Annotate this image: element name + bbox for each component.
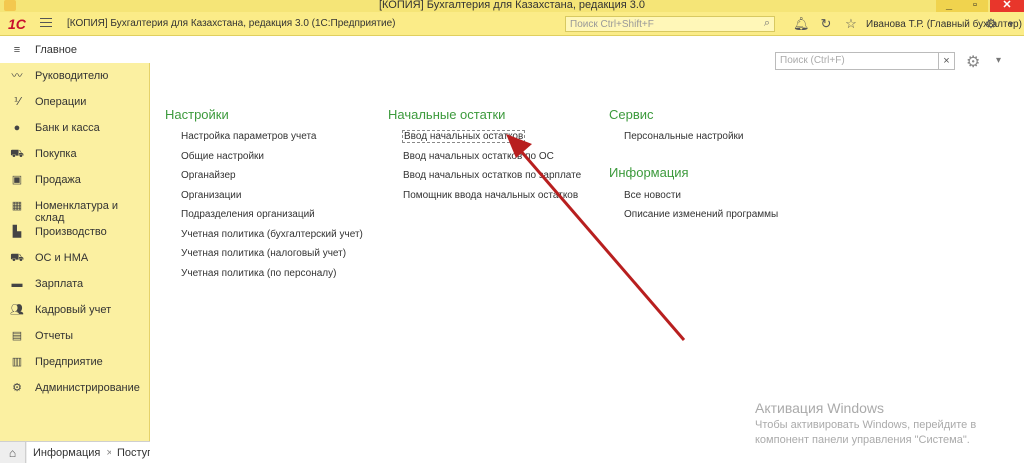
tab-information[interactable]: Информация × xyxy=(27,442,120,463)
more-options-icon[interactable]: ▾ xyxy=(1003,16,1019,32)
chevron-down-icon[interactable]: ▾ xyxy=(996,55,1001,66)
open-tabs-bar: ⌂ Информация × Поступ xyxy=(0,441,150,463)
link-subdivisions[interactable]: Подразделения организаций xyxy=(181,209,315,220)
window-title-bar: [КОПИЯ] Бухгалтерия для Казахстана, реда… xyxy=(0,0,1024,12)
panel-settings-icon[interactable]: ⚙ xyxy=(966,52,980,72)
link-organizations[interactable]: Организации xyxy=(181,190,241,201)
sidebar-item-label: Банк и касса xyxy=(35,122,100,134)
link-policy-tax[interactable]: Учетная политика (налоговый учет) xyxy=(181,248,346,259)
sidebar-item-reports[interactable]: ▤ Отчеты xyxy=(0,323,150,349)
1c-logo: 1С xyxy=(8,16,26,32)
link-all-news[interactable]: Все новости xyxy=(624,190,681,201)
settings-icon[interactable]: ⚙ xyxy=(983,16,999,32)
link-policy-personnel[interactable]: Учетная политика (по персоналу) xyxy=(181,268,336,279)
bag-icon: ▣ xyxy=(11,174,23,186)
sidebar-item-admin[interactable]: ⚙ Администрирование xyxy=(0,375,150,401)
star-icon[interactable]: ☆ xyxy=(843,16,859,32)
close-button[interactable]: ✕ xyxy=(990,0,1024,12)
sidebar-item-manager[interactable]: 〰 Руководителю xyxy=(0,63,150,89)
activation-watermark-text: Чтобы активировать Windows, перейдите в … xyxy=(755,419,977,446)
sidebar-item-label: Зарплата xyxy=(35,278,84,290)
global-search-placeholder: Поиск Ctrl+Shift+F xyxy=(570,19,654,30)
section-title-service: Сервис xyxy=(609,107,654,122)
link-organizer[interactable]: Органайзер xyxy=(181,170,236,181)
sidebar-item-label: Отчеты xyxy=(35,330,74,342)
sidebar-item-label: Руководителю xyxy=(35,70,109,82)
truck-icon: ⛟ xyxy=(10,252,24,264)
sidebar-item-label: Предприятие xyxy=(35,356,103,368)
menu-icon: ≡ xyxy=(13,44,21,56)
app-title: [КОПИЯ] Бухгалтерия для Казахстана, реда… xyxy=(67,18,396,29)
link-general-settings[interactable]: Общие настройки xyxy=(181,151,264,162)
sidebar-item-fixed-assets[interactable]: ⛟ ОС и НМА xyxy=(0,245,150,271)
factory-icon: ▙ xyxy=(12,226,22,238)
hamburger-menu-icon[interactable] xyxy=(40,18,52,30)
sidebar-item-purchase[interactable]: ⛟ Покупка xyxy=(0,141,150,167)
grid-icon: ▦ xyxy=(11,200,23,212)
sidebar-item-sales[interactable]: ▣ Продажа xyxy=(0,167,150,193)
gear-icon: ⚙ xyxy=(12,382,22,394)
sidebar-item-label: Главное xyxy=(35,44,78,56)
bell-icon[interactable]: 🔔︎ xyxy=(793,16,810,32)
main-panel: Поиск (Ctrl+F) × ⚙ ▾ Настройки Настройка… xyxy=(151,37,1024,463)
window-title: [КОПИЯ] Бухгалтерия для Казахстана, реда… xyxy=(378,0,646,11)
operations-icon: ⅟ xyxy=(13,96,21,108)
sidebar-item-salary[interactable]: ▬ Зарплата xyxy=(0,271,150,297)
link-personal-settings[interactable]: Персональные настройки xyxy=(624,131,744,142)
home-icon[interactable]: ⌂ xyxy=(0,442,26,463)
sidebar-item-main[interactable]: ≡ Главное xyxy=(0,37,150,63)
restore-button[interactable]: ▫ xyxy=(962,0,988,12)
history-icon[interactable]: ↻ xyxy=(818,16,834,32)
sidebar-item-label: Продажа xyxy=(35,174,81,186)
sidebar-item-label: Производство xyxy=(35,226,107,238)
tab-label: Поступ xyxy=(117,447,150,459)
sidebar-item-operations[interactable]: ⅟ Операции xyxy=(0,89,150,115)
link-opening-balances-fixed-assets[interactable]: Ввод начальных остатков по ОС xyxy=(403,151,554,162)
sidebar-item-nomenclature[interactable]: ▦ Номенклатура и склад xyxy=(0,193,150,224)
tab-label: Информация xyxy=(33,447,101,459)
link-accounting-parameters[interactable]: Настройка параметров учета xyxy=(181,131,316,142)
people-icon: 👥︎ xyxy=(10,304,24,316)
search-icon[interactable]: ⌕ xyxy=(764,17,770,30)
trend-icon: 〰 xyxy=(11,70,23,82)
money-icon: ▬ xyxy=(11,278,23,290)
link-opening-balances-salary[interactable]: Ввод начальных остатков по зарплате xyxy=(403,170,581,181)
sidebar-item-enterprise[interactable]: ▥ Предприятие xyxy=(0,349,150,375)
sidebar: ≡ Главное 〰 Руководителю ⅟ Операции ● Ба… xyxy=(0,37,150,441)
sidebar-item-label: ОС и НМА xyxy=(35,252,89,264)
activation-watermark-title: Активация Windows xyxy=(755,400,885,416)
sidebar-item-label: Операции xyxy=(35,96,87,108)
link-policy-accounting[interactable]: Учетная политика (бухгалтерский учет) xyxy=(181,229,363,240)
app-header: 1С [КОПИЯ] Бухгалтерия для Казахстана, р… xyxy=(0,12,1024,36)
link-changes-description[interactable]: Описание изменений программы xyxy=(624,209,778,220)
panel-search-placeholder: Поиск (Ctrl+F) xyxy=(780,55,845,66)
section-title-information: Информация xyxy=(609,165,689,180)
cart-icon: ⛟ xyxy=(10,148,24,160)
section-title-opening-balances: Начальные остатки xyxy=(388,107,506,122)
minimize-button[interactable]: _ xyxy=(936,0,962,12)
sidebar-item-hr[interactable]: 👥︎ Кадровый учет xyxy=(0,297,150,323)
building-icon: ▥ xyxy=(11,356,23,368)
clear-search-icon[interactable]: × xyxy=(938,52,955,70)
sidebar-item-label: Кадровый учет xyxy=(35,304,112,316)
tab-receipts[interactable]: Поступ xyxy=(111,442,150,463)
sidebar-item-label: Администрирование xyxy=(35,382,140,394)
section-title-settings: Настройки xyxy=(165,107,229,122)
global-search-input[interactable]: Поиск Ctrl+Shift+F ⌕ xyxy=(565,16,775,32)
sidebar-item-label: Покупка xyxy=(35,148,77,160)
link-opening-balances[interactable]: Ввод начальных остатков xyxy=(402,130,526,143)
sidebar-item-production[interactable]: ▙ Производство xyxy=(0,219,150,245)
coin-icon: ● xyxy=(13,122,21,134)
sidebar-item-bank[interactable]: ● Банк и касса xyxy=(0,115,150,141)
link-opening-balances-assistant[interactable]: Помощник ввода начальных остатков xyxy=(403,190,578,201)
panel-search-input[interactable]: Поиск (Ctrl+F) × xyxy=(775,52,955,70)
chart-icon: ▤ xyxy=(11,330,23,342)
